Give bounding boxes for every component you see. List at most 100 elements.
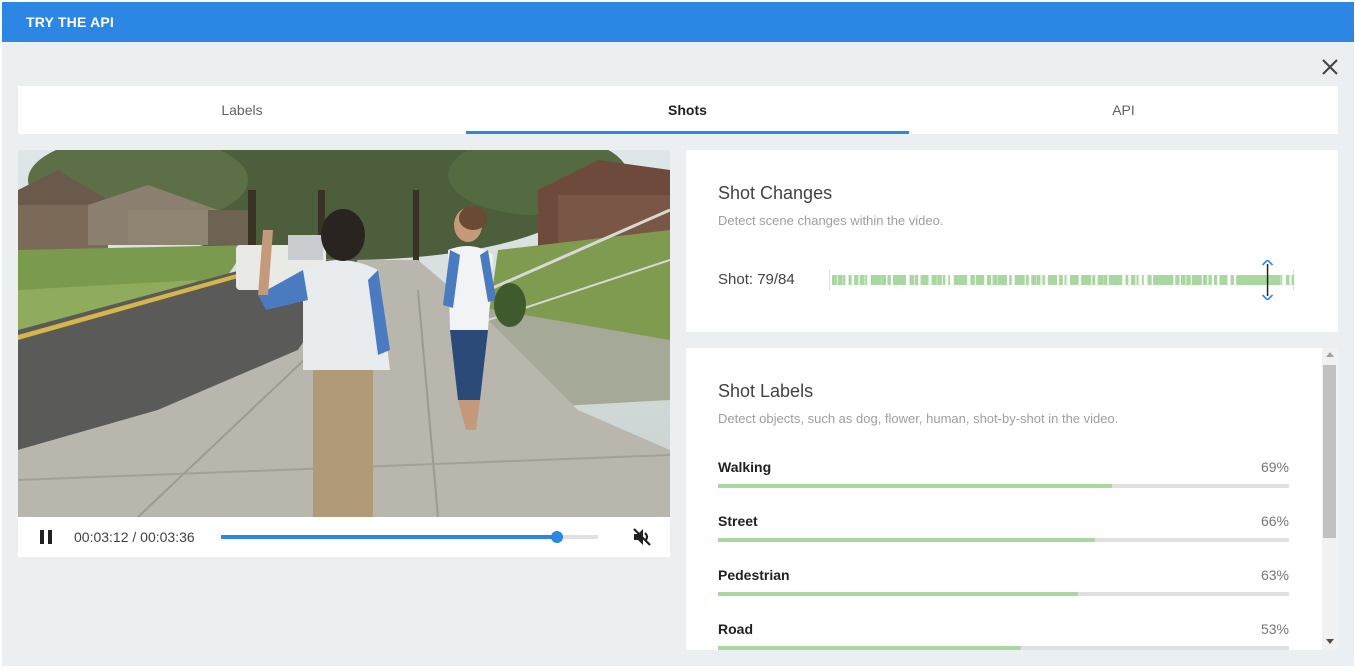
scroll-up-arrow[interactable] [1326, 352, 1334, 357]
label-name: Street [718, 513, 758, 529]
shot-marker[interactable] [1186, 275, 1191, 285]
scrollbar[interactable] [1322, 348, 1338, 650]
shot-marker[interactable] [948, 275, 951, 285]
shot-marker[interactable] [1125, 275, 1129, 285]
shot-marker[interactable] [848, 275, 852, 285]
shot-marker[interactable] [1169, 275, 1174, 285]
list-item: Pedestrian 63% [718, 567, 1289, 597]
shot-marker[interactable] [1086, 275, 1092, 285]
shot-marker[interactable] [1147, 275, 1152, 285]
shot-marker[interactable] [920, 275, 927, 285]
shot-labels-card: Shot Labels Detect objects, such as dog,… [686, 348, 1322, 650]
shot-marker[interactable] [1075, 275, 1079, 285]
shot-marker[interactable] [987, 275, 992, 285]
label-bar-track [718, 484, 1289, 488]
app-title: TRY THE API [26, 14, 115, 30]
scroll-thumb[interactable] [1323, 365, 1336, 538]
shot-marker[interactable] [1025, 275, 1029, 285]
shot-marker[interactable] [1142, 275, 1144, 285]
shot-marker[interactable] [876, 275, 882, 285]
label-name: Walking [718, 459, 772, 475]
shot-marker[interactable] [937, 275, 942, 285]
list-item: Road 53% [718, 621, 1289, 650]
shot-marker[interactable] [1003, 275, 1007, 285]
shot-marker[interactable] [1042, 275, 1045, 285]
list-item: Walking 69% [718, 459, 1289, 489]
shot-marker[interactable] [1036, 275, 1041, 285]
shot-marker[interactable] [1274, 275, 1281, 285]
shot-marker[interactable] [1280, 275, 1283, 285]
app-header: TRY THE API [2, 2, 1354, 42]
tab-api[interactable]: API [909, 86, 1338, 134]
shot-marker[interactable] [1053, 275, 1058, 285]
shot-marker[interactable] [1175, 275, 1180, 285]
shot-marker[interactable] [904, 275, 906, 285]
shot-labels-subtitle: Detect objects, such as dog, flower, hum… [718, 411, 1119, 426]
shot-marker[interactable] [931, 275, 937, 285]
shot-marker[interactable] [1285, 275, 1290, 285]
video-frame[interactable] [18, 150, 670, 517]
shot-marker[interactable] [1153, 275, 1160, 285]
pause-icon[interactable] [38, 529, 54, 545]
shot-marker[interactable] [915, 275, 919, 285]
shot-marker[interactable] [992, 275, 998, 285]
shot-marker[interactable] [1130, 275, 1136, 285]
shot-marker[interactable] [1092, 275, 1096, 285]
shot-marker[interactable] [1031, 275, 1037, 285]
shot-marker[interactable] [970, 275, 975, 285]
shot-marker[interactable] [1214, 275, 1218, 285]
scroll-down-arrow[interactable] [1326, 639, 1334, 644]
shot-marker[interactable] [1114, 275, 1121, 285]
shot-marker[interactable] [1202, 275, 1208, 285]
shot-marker[interactable] [898, 275, 905, 285]
volume-muted-icon[interactable] [631, 526, 653, 548]
shot-marker[interactable] [1064, 275, 1067, 285]
label-percent: 69% [1260, 459, 1289, 475]
shot-marker[interactable] [1225, 275, 1228, 285]
shot-marker[interactable] [837, 275, 843, 285]
shot-marker[interactable] [998, 275, 1005, 285]
shot-marker[interactable] [1197, 275, 1202, 285]
shot-marker[interactable] [859, 275, 865, 285]
label-bar-fill [718, 538, 1095, 542]
list-item: Street 66% [718, 513, 1289, 543]
shot-marker[interactable] [1009, 275, 1012, 285]
shot-marker[interactable] [1291, 275, 1295, 285]
tab-shots[interactable]: Shots [466, 86, 909, 134]
shot-marker[interactable] [1208, 275, 1212, 285]
shot-marker[interactable] [1269, 275, 1276, 285]
shot-counter: Shot: 79/84 [718, 271, 795, 288]
shot-marker[interactable] [832, 275, 837, 285]
shot-marker[interactable] [843, 275, 846, 285]
shot-marker[interactable] [981, 275, 985, 285]
shot-marker[interactable] [942, 275, 946, 285]
label-bar-fill [718, 484, 1112, 488]
shot-marker[interactable] [964, 275, 968, 285]
shot-marker[interactable] [881, 275, 886, 285]
time-display: 00:03:12 / 00:03:36 [74, 529, 195, 545]
shot-marker[interactable] [1180, 275, 1186, 285]
shot-marker[interactable] [1230, 275, 1234, 285]
shot-marker[interactable] [854, 275, 859, 285]
label-name: Pedestrian [718, 567, 790, 583]
shot-marker[interactable] [926, 275, 929, 285]
shot-marker[interactable] [1158, 275, 1165, 285]
shot-marker[interactable] [1103, 275, 1108, 285]
seek-handle[interactable] [550, 531, 563, 543]
label-bar-fill [718, 646, 1021, 650]
seek-progress [221, 535, 557, 539]
shot-marker[interactable] [909, 275, 915, 285]
shot-marker[interactable] [865, 275, 868, 285]
close-icon[interactable] [1318, 55, 1342, 79]
shot-marker[interactable] [887, 275, 891, 285]
shot-marker[interactable] [1020, 275, 1025, 285]
shot-marker[interactable] [1059, 275, 1063, 285]
shot-marker[interactable] [1097, 275, 1104, 285]
shot-marker[interactable] [1219, 275, 1226, 285]
tab-labels[interactable]: Labels [18, 86, 466, 134]
shot-marker[interactable] [1119, 275, 1123, 285]
seek-bar[interactable] [221, 531, 598, 543]
label-bar-track [718, 538, 1289, 542]
shot-marker[interactable] [1136, 275, 1139, 285]
shot-timeline[interactable] [829, 260, 1294, 300]
